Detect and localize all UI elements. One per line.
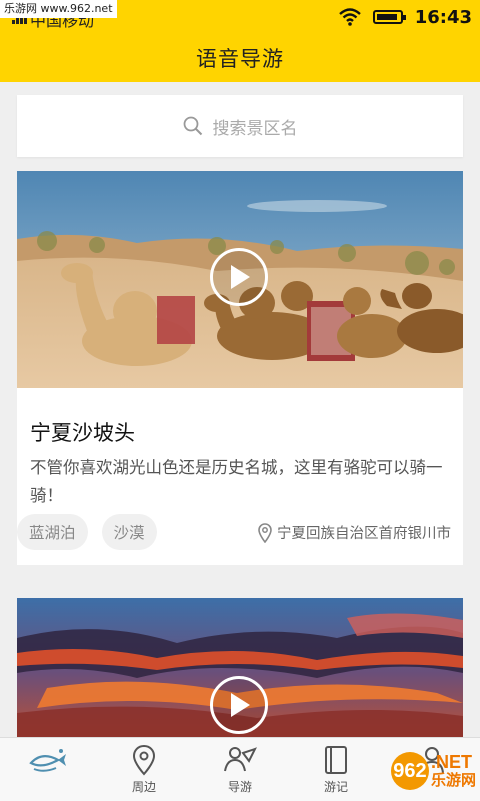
status-bar: 中国移动 乐游网 www.962.net 16:43 <box>0 0 480 34</box>
scenic-location: 宁夏回族自治区首府银川市 <box>258 522 451 543</box>
location-text: 宁夏回族自治区首府银川市 <box>277 526 451 542</box>
brand-net-text: .NET <box>430 752 472 772</box>
scenic-photo-desert[interactable] <box>17 171 463 388</box>
tab-travel-notes[interactable]: 游记 <box>288 738 384 801</box>
play-button[interactable] <box>210 676 268 734</box>
play-icon <box>231 693 250 717</box>
notebook-icon <box>325 746 347 774</box>
tab-home[interactable] <box>0 738 96 801</box>
location-pin-icon <box>258 522 272 543</box>
scenic-photo-sunset[interactable] <box>17 598 463 748</box>
tab-guide[interactable]: 导游 <box>192 738 288 801</box>
app-header: 语音导游 <box>0 34 480 82</box>
search-icon <box>183 116 202 136</box>
tag-desert[interactable]: 沙漠 <box>101 514 157 550</box>
brand-cn-text: 乐游网 <box>430 771 476 789</box>
tag-list: 蓝湖泊 沙漠 <box>17 514 157 550</box>
site-watermark: 乐游网 www.962.net <box>0 0 117 18</box>
search-bar[interactable]: 搜索景区名 <box>17 95 463 157</box>
scenic-title[interactable]: 宁夏沙坡头 <box>30 417 135 447</box>
tab-label: 周边 <box>131 780 156 794</box>
tab-label: 导游 <box>227 780 252 794</box>
tab-nearby[interactable]: 周边 <box>96 738 192 801</box>
clock: 16:43 <box>414 6 472 28</box>
page-title: 语音导游 <box>196 47 284 71</box>
play-icon <box>231 265 250 289</box>
scenic-card[interactable] <box>17 598 463 748</box>
brand-watermark: 962 .NET 乐游网 <box>390 752 476 790</box>
scenic-description: 不管你喜欢湖光山色还是历史名城，这里有骆驼可以骑一骑！ <box>30 458 443 505</box>
wifi-icon <box>338 8 361 26</box>
tag-blue-lake[interactable]: 蓝湖泊 <box>17 514 88 550</box>
location-pin-icon <box>132 744 156 776</box>
play-button[interactable] <box>210 248 268 306</box>
battery-icon <box>372 10 406 24</box>
fish-logo-icon <box>29 749 66 772</box>
search-input[interactable]: 搜索景区名 <box>213 114 298 139</box>
guide-person-icon <box>224 747 257 772</box>
brand-logo: 962 <box>390 752 429 790</box>
tab-label: 游记 <box>323 780 348 794</box>
scenic-card[interactable]: 宁夏沙坡头 不管你喜欢湖光山色还是历史名城，这里有骆驼可以骑一骑！ 蓝湖泊 沙漠… <box>17 171 463 565</box>
